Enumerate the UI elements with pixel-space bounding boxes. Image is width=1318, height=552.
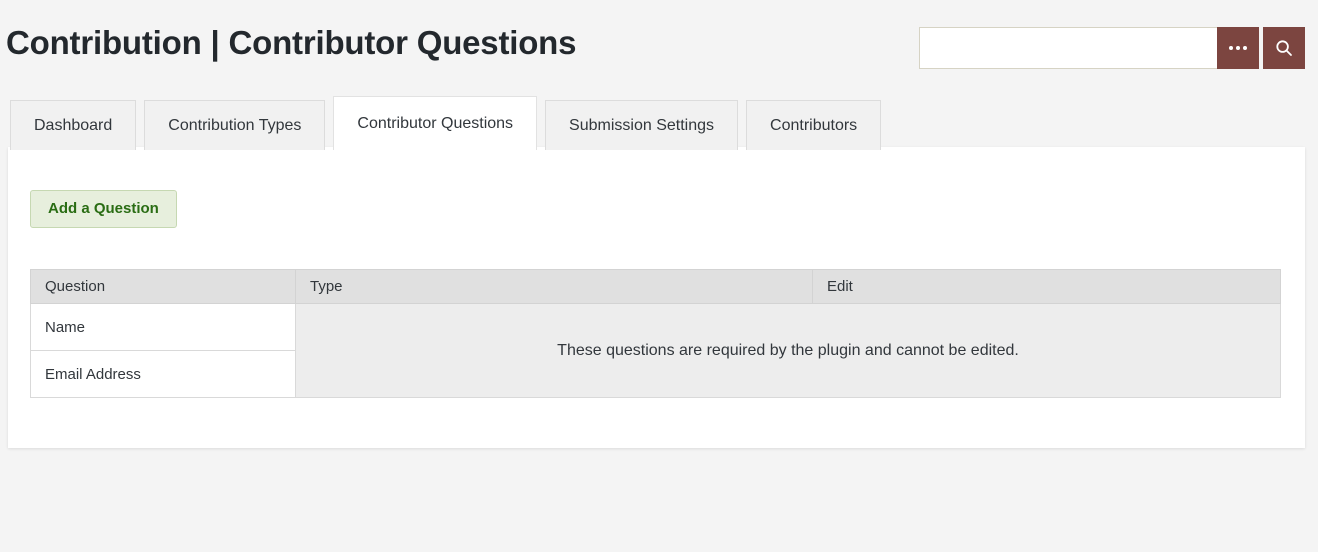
tab-label: Dashboard — [34, 116, 113, 134]
tab-label: Submission Settings — [569, 116, 715, 134]
tab-bar: Dashboard Contribution Types Contributor… — [10, 96, 889, 150]
tab-submission-settings[interactable]: Submission Settings — [545, 100, 739, 150]
content-panel: Add a Question Question Type Edit Name T… — [8, 147, 1305, 448]
questions-table: Question Type Edit Name These questions … — [30, 269, 1281, 398]
tab-dashboard[interactable]: Dashboard — [10, 100, 137, 150]
search-submit-button[interactable] — [1263, 27, 1305, 69]
tab-label: Contribution Types — [168, 116, 302, 134]
column-header-question: Question — [30, 269, 296, 304]
table-header-row: Question Type Edit — [30, 269, 1281, 304]
cell-question: Email Address — [30, 350, 296, 398]
column-header-edit: Edit — [812, 269, 1281, 304]
tab-contribution-types[interactable]: Contribution Types — [144, 100, 326, 150]
search-icon — [1276, 40, 1292, 56]
search-bar — [919, 27, 1305, 69]
cell-question: Name — [30, 303, 296, 351]
add-question-button[interactable]: Add a Question — [30, 190, 177, 228]
tab-label: Contributor Questions — [357, 114, 514, 132]
cell-required-message: These questions are required by the plug… — [295, 303, 1281, 398]
table-header: Question Type Edit — [30, 269, 1281, 304]
page-title: Contribution | Contributor Questions — [6, 24, 577, 61]
column-header-type: Type — [295, 269, 813, 304]
tab-contributors[interactable]: Contributors — [746, 100, 882, 150]
search-input[interactable] — [919, 27, 1217, 69]
ellipsis-icon — [1229, 46, 1247, 50]
tab-label: Contributors — [770, 116, 858, 134]
table-body: Name These questions are required by the… — [30, 303, 1281, 398]
page-header: Contribution | Contributor Questions — [0, 0, 1318, 88]
tab-contributor-questions[interactable]: Contributor Questions — [333, 96, 538, 150]
search-options-button[interactable] — [1217, 27, 1259, 69]
table-row: Name These questions are required by the… — [30, 303, 1281, 398]
page-root: Contribution | Contributor Questions Das… — [0, 0, 1318, 552]
